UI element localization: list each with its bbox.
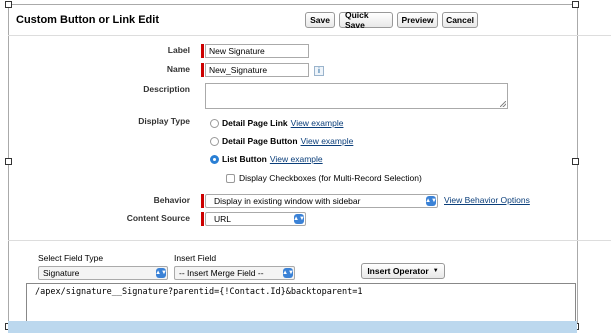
chevron-updown-icon: ▲▼ <box>293 214 305 224</box>
toolbar: Save Quick Save Preview Cancel <box>305 10 478 30</box>
insert-field-label: Insert Field <box>174 253 217 263</box>
chevron-updown-icon: ▲▼ <box>425 196 437 206</box>
name-field-label: Name <box>166 64 190 74</box>
behavior-label: Behavior <box>153 195 190 205</box>
required-indicator <box>201 194 204 208</box>
select-field-type-dropdown[interactable]: Signature ▲▼ <box>38 266 168 280</box>
resize-grip-icon[interactable] <box>500 101 506 107</box>
required-indicator <box>201 212 204 226</box>
description-field-label: Description <box>143 84 190 94</box>
preview-button[interactable]: Preview <box>397 12 438 28</box>
radio-selected-icon[interactable] <box>210 154 219 164</box>
select-field-type-label: Select Field Type <box>38 253 104 263</box>
radio-detail-page-button[interactable]: Detail Page Button View example <box>210 136 353 146</box>
chevron-updown-icon: ▲▼ <box>282 268 294 278</box>
insert-operator-button[interactable]: Insert Operator ▼ <box>361 263 445 279</box>
view-example-link[interactable]: View example <box>291 118 344 128</box>
checkbox-label: Display Checkboxes (for Multi-Record Sel… <box>239 173 422 183</box>
resize-handle-right[interactable] <box>572 158 579 165</box>
radio-icon[interactable] <box>210 136 219 146</box>
radio-icon[interactable] <box>210 118 219 128</box>
chevron-updown-icon: ▲▼ <box>155 268 167 278</box>
quick-save-button[interactable]: Quick Save <box>339 10 393 30</box>
view-behavior-options-link[interactable]: View Behavior Options <box>444 195 530 205</box>
content-source-label: Content Source <box>126 213 190 223</box>
save-button[interactable]: Save <box>305 12 335 28</box>
view-example-link[interactable]: View example <box>301 136 354 146</box>
view-example-link[interactable]: View example <box>270 154 323 164</box>
behavior-value: Display in existing window with sidebar <box>214 196 361 206</box>
required-indicator <box>201 63 204 77</box>
radio-detail-page-link[interactable]: Detail Page Link View example <box>210 118 343 128</box>
info-icon[interactable]: i <box>314 66 324 76</box>
option-label: Detail Page Button <box>222 136 298 146</box>
resize-handle-left[interactable] <box>5 158 12 165</box>
resize-handle-top-right[interactable] <box>572 1 579 8</box>
behavior-select[interactable]: Display in existing window with sidebar … <box>205 194 438 208</box>
field-type-value: Signature <box>43 268 80 278</box>
resize-handle-top-left[interactable] <box>5 1 12 8</box>
header-divider <box>8 35 611 36</box>
section-divider <box>8 240 611 241</box>
checkbox[interactable] <box>226 173 235 183</box>
bottom-bar <box>8 321 577 333</box>
option-label: List Button <box>222 154 267 164</box>
label-input[interactable]: New Signature <box>205 44 309 58</box>
caret-down-icon: ▼ <box>432 268 439 274</box>
display-type-label: Display Type <box>138 116 190 126</box>
insert-field-dropdown[interactable]: -- Insert Merge Field -- ▲▼ <box>174 266 295 280</box>
insert-field-value: -- Insert Merge Field -- <box>179 268 264 278</box>
option-label: Detail Page Link <box>222 118 288 128</box>
description-textarea[interactable] <box>205 83 508 109</box>
cancel-button[interactable]: Cancel <box>442 12 478 28</box>
display-checkboxes-option[interactable]: Display Checkboxes (for Multi-Record Sel… <box>226 173 422 183</box>
radio-list-button[interactable]: List Button View example <box>210 154 323 164</box>
name-input[interactable]: New_Signature <box>205 63 309 77</box>
page-title: Custom Button or Link Edit <box>16 14 159 26</box>
required-indicator <box>201 44 204 58</box>
content-source-select[interactable]: URL ▲▼ <box>205 212 306 226</box>
label-field-label: Label <box>167 45 190 55</box>
insert-operator-label: Insert Operator <box>367 266 429 276</box>
formula-code-text: /apex/signature__Signature?parentid={!Co… <box>35 287 363 297</box>
content-source-value: URL <box>214 214 232 224</box>
